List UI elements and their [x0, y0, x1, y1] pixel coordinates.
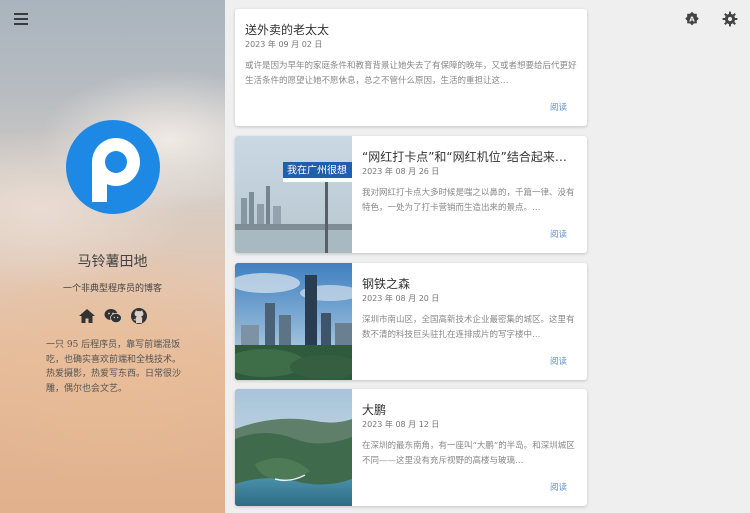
read-button[interactable]: 阅读	[550, 481, 567, 493]
post-date: 2023 年 09 月 02 日	[245, 40, 323, 49]
post-card[interactable]: 大鹏 2023 年 08 月 12 日 在深圳的最东南角，有一座叫“大鹏”的半岛…	[235, 389, 587, 506]
site-title: 马铃薯田地	[77, 254, 148, 270]
theme-toggle-icon[interactable]: A	[684, 11, 700, 27]
post-excerpt: 在深圳的最东南角，有一座叫“大鹏”的半岛。和深圳城区不同——这里没有充斥视野的高…	[362, 441, 575, 466]
post-excerpt: 或许是因为早年的家庭条件和教育背景让她失去了有保障的晚年，又或者想要给后代更好生…	[245, 61, 577, 86]
post-date: 2023 年 08 月 12 日	[362, 420, 440, 429]
social-links	[78, 307, 148, 325]
site-subtitle: 一个非典型程序员的博客	[62, 284, 162, 294]
post-title[interactable]: 大鹏	[362, 401, 577, 418]
read-button[interactable]: 阅读	[550, 101, 567, 113]
home-icon[interactable]	[78, 307, 96, 325]
menu-icon[interactable]	[14, 13, 28, 25]
read-button[interactable]: 阅读	[550, 355, 567, 367]
post-thumbnail[interactable]	[235, 263, 352, 380]
post-thumbnail[interactable]	[235, 389, 352, 506]
post-title[interactable]: “网红打卡点”和“网红机位”结合起来的…	[362, 148, 577, 165]
post-thumbnail[interactable]: 我在广州很想	[235, 136, 352, 253]
post-title[interactable]: 钢铁之森	[362, 275, 577, 292]
top-actions: A	[684, 11, 738, 27]
github-icon[interactable]	[130, 307, 148, 325]
read-button[interactable]: 阅读	[550, 228, 567, 240]
author-bio: 一只 95 后程序员，靠写前端混饭吃，也确实喜欢前端和全栈技术。热爱摄影，热爱写…	[46, 340, 182, 394]
post-title[interactable]: 送外卖的老太太	[245, 21, 577, 38]
wechat-icon[interactable]	[104, 307, 122, 325]
sidebar: 马铃薯田地 一个非典型程序员的博客 一只 95 后程序员，靠写前端混饭吃，也确实…	[0, 0, 225, 513]
svg-text:A: A	[689, 16, 695, 24]
post-excerpt: 深圳市南山区，全国高新技术企业最密集的城区。这里有数不清的科技巨头驻扎在连排成片…	[362, 315, 575, 340]
site-logo[interactable]	[66, 120, 160, 214]
post-date: 2023 年 08 月 26 日	[362, 167, 440, 176]
post-excerpt: 我对网红打卡点大多时候是嗤之以鼻的，千篇一律、没有特色，一处为了打卡营销而生造出…	[362, 188, 575, 213]
post-list: 送外卖的老太太 2023 年 09 月 02 日 或许是因为早年的家庭条件和教育…	[226, 0, 750, 513]
post-card[interactable]: 钢铁之森 2023 年 08 月 20 日 深圳市南山区，全国高新技术企业最密集…	[235, 263, 587, 380]
post-date: 2023 年 08 月 20 日	[362, 294, 440, 303]
street-sign-text: 我在广州很想	[287, 164, 347, 177]
settings-gear-icon[interactable]	[722, 11, 738, 27]
post-card[interactable]: 我在广州很想 “网红打卡点”和“网红机位”结合起来的… 2023 年 08 月 …	[235, 136, 587, 253]
post-card[interactable]: 送外卖的老太太 2023 年 09 月 02 日 或许是因为早年的家庭条件和教育…	[235, 9, 587, 126]
